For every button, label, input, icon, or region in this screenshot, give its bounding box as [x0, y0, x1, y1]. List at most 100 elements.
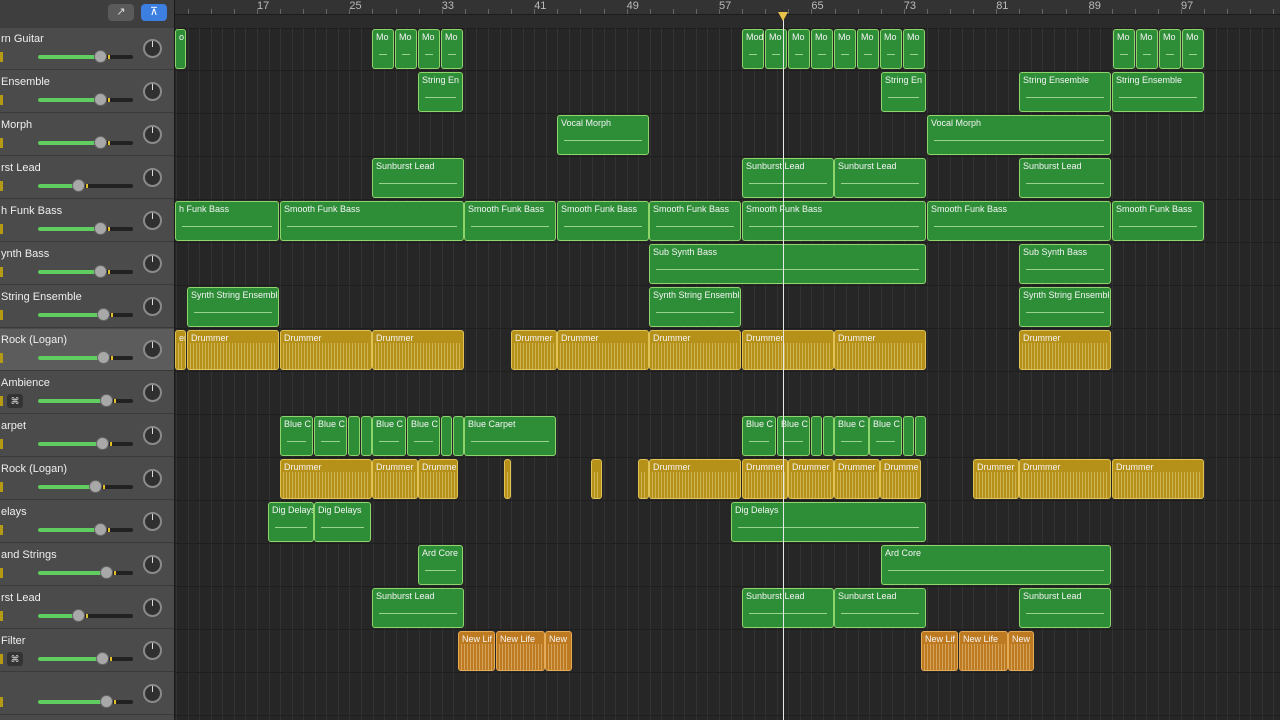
pan-knob[interactable]	[143, 426, 162, 445]
region[interactable]: Blue C	[280, 416, 313, 456]
track-name[interactable]: arpet	[1, 420, 26, 432]
playhead-handle-icon[interactable]	[778, 12, 788, 21]
track-lane[interactable]	[175, 673, 1280, 716]
region[interactable]: New Life	[496, 631, 545, 671]
pan-knob[interactable]	[143, 125, 162, 144]
volume-slider[interactable]	[38, 652, 133, 665]
region[interactable]: Sunburst Lead	[742, 158, 834, 198]
region[interactable]: Drummer	[834, 459, 880, 499]
pan-knob[interactable]	[143, 684, 162, 703]
region[interactable]: Sunburst Lead	[742, 588, 834, 628]
volume-knob[interactable]	[100, 394, 114, 407]
region[interactable]: Mo	[1159, 29, 1181, 69]
region[interactable]: Drummer	[511, 330, 557, 370]
pan-knob[interactable]	[143, 39, 162, 58]
region[interactable]: Smooth Funk Bass	[1112, 201, 1204, 241]
track-header[interactable]: elays	[0, 501, 174, 543]
volume-knob[interactable]	[93, 265, 107, 278]
region[interactable]: Synth String Ensemble	[1019, 287, 1111, 327]
region[interactable]: Drummer	[1019, 459, 1111, 499]
track-name[interactable]: and Strings	[1, 549, 57, 561]
region[interactable]: Sub Synth Bass	[649, 244, 926, 284]
region[interactable]	[361, 416, 372, 456]
region[interactable]: Ard Core	[418, 545, 463, 585]
region[interactable]: Drummer	[280, 459, 372, 499]
volume-slider[interactable]	[38, 609, 133, 622]
region[interactable]: Mo	[372, 29, 394, 69]
region[interactable]: Blue C	[869, 416, 902, 456]
region[interactable]	[441, 416, 452, 456]
track-name[interactable]: Ambience	[1, 377, 50, 389]
volume-slider[interactable]	[38, 480, 133, 493]
track-name[interactable]: rst Lead	[1, 162, 41, 174]
region[interactable]	[453, 416, 464, 456]
pan-knob[interactable]	[143, 512, 162, 531]
region[interactable]: New Lif	[458, 631, 495, 671]
track-name[interactable]: elays	[1, 506, 27, 518]
pan-knob[interactable]	[143, 641, 162, 660]
region[interactable]: Drummer	[557, 330, 649, 370]
pan-knob[interactable]	[143, 340, 162, 359]
track-name[interactable]: Rock (Logan)	[1, 463, 67, 475]
pan-knob[interactable]	[143, 168, 162, 187]
input-monitor-icon[interactable]: ⌘	[7, 652, 23, 666]
region[interactable]: Drummer	[649, 459, 741, 499]
region[interactable]: Dig Delays	[314, 502, 371, 542]
region[interactable]: Smooth Funk Bass	[927, 201, 1111, 241]
region[interactable]: Drumme	[880, 459, 921, 499]
region[interactable]: Mo	[880, 29, 902, 69]
region[interactable]: Drummer	[742, 330, 834, 370]
volume-slider[interactable]	[38, 179, 133, 192]
pan-knob[interactable]	[143, 82, 162, 101]
region[interactable]: Drummer	[649, 330, 741, 370]
volume-knob[interactable]	[93, 50, 107, 63]
region[interactable]: Drummer	[973, 459, 1019, 499]
region[interactable]: Sub Synth Bass	[1019, 244, 1111, 284]
region[interactable]: Blue Carpet	[464, 416, 556, 456]
track-lane[interactable]	[175, 630, 1280, 673]
region[interactable]: Drummer	[1112, 459, 1204, 499]
region[interactable]: Blue C	[777, 416, 810, 456]
pan-knob[interactable]	[143, 598, 162, 617]
region[interactable]: Drummer	[742, 459, 788, 499]
volume-slider[interactable]	[38, 50, 133, 63]
track-lane[interactable]	[175, 544, 1280, 587]
pan-knob[interactable]	[143, 555, 162, 574]
region[interactable]	[903, 416, 914, 456]
region[interactable]: Vocal Morph	[927, 115, 1111, 155]
region[interactable]: Smooth Funk Bass	[280, 201, 464, 241]
volume-slider[interactable]	[38, 437, 133, 450]
region[interactable]: Ard Core	[881, 545, 1111, 585]
flex-mode-button[interactable]: ⊼	[141, 4, 167, 21]
track-name[interactable]: Filter	[1, 635, 25, 647]
region[interactable]: Mo	[1113, 29, 1135, 69]
volume-knob[interactable]	[96, 308, 110, 321]
track-header[interactable]: and Strings	[0, 544, 174, 586]
track-header[interactable]: String Ensemble	[0, 286, 174, 328]
volume-slider[interactable]	[38, 351, 133, 364]
input-monitor-icon[interactable]: ⌘	[7, 394, 23, 408]
region[interactable]: Synth String Ensemble	[649, 287, 741, 327]
region[interactable]: String Ensemble	[1019, 72, 1111, 112]
region[interactable]: Blue C	[834, 416, 869, 456]
volume-knob[interactable]	[95, 652, 109, 665]
pan-knob[interactable]	[143, 469, 162, 488]
region[interactable]: New	[1008, 631, 1034, 671]
region[interactable]: Sunburst Lead	[372, 588, 464, 628]
region[interactable]	[638, 459, 649, 499]
region[interactable]	[811, 416, 822, 456]
track-header[interactable]: rn Guitar	[0, 28, 174, 70]
track-header[interactable]	[0, 673, 174, 715]
playhead[interactable]	[783, 14, 784, 720]
region[interactable]: Dig Delays	[731, 502, 926, 542]
region[interactable]: h Funk Bass	[175, 201, 279, 241]
region[interactable]: Sunburst Lead	[1019, 158, 1111, 198]
track-header[interactable]: Filter ⌘	[0, 630, 174, 672]
volume-knob[interactable]	[93, 93, 107, 106]
ruler-strip[interactable]	[175, 15, 1280, 29]
volume-knob[interactable]	[100, 695, 114, 708]
volume-knob[interactable]	[93, 222, 107, 235]
region[interactable]: String Ensemble	[1112, 72, 1204, 112]
region[interactable]: Drumme	[418, 459, 458, 499]
track-lane[interactable]	[175, 157, 1280, 200]
